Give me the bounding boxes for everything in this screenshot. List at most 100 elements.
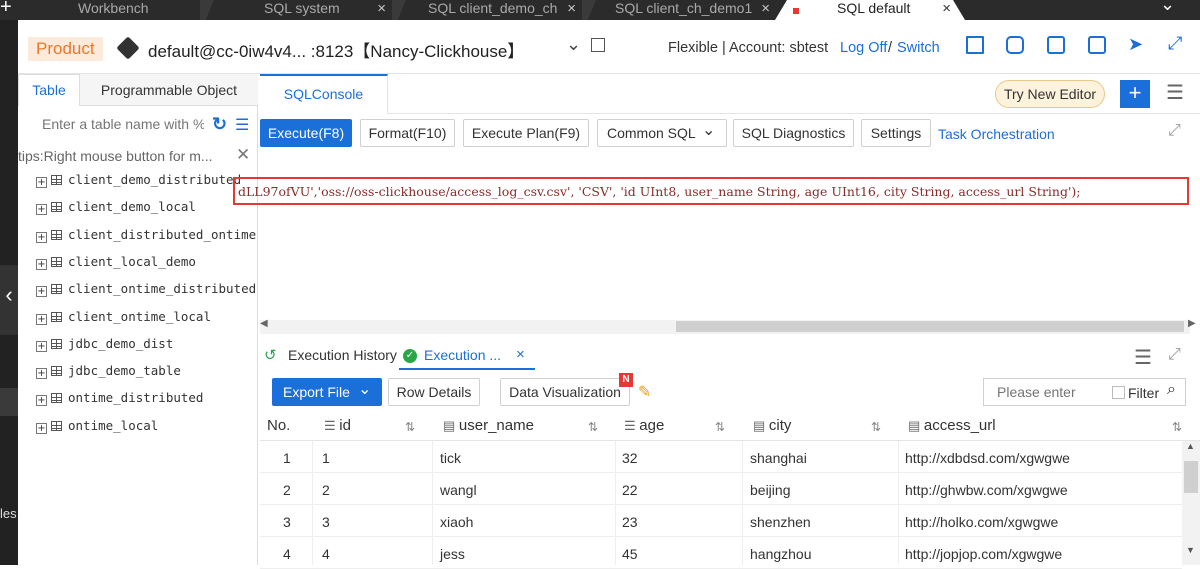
table-tree-item[interactable]: + ontime_local (36, 418, 158, 438)
monitor-icon[interactable] (1006, 36, 1024, 54)
fullscreen-icon[interactable]: ⤢ (1168, 33, 1182, 54)
close-icon[interactable]: × (567, 1, 576, 17)
column-header-age[interactable]: ☰ age (624, 414, 664, 442)
list-filter-icon[interactable]: ☰ (235, 115, 249, 135)
close-icon[interactable]: × (377, 1, 386, 17)
instance-name[interactable]: default@cc-0iw4v4... :8123【Nancy-Clickho… (148, 37, 524, 62)
expand-icon[interactable]: + (36, 340, 47, 352)
sort-icon[interactable]: ⇅ (871, 420, 881, 434)
add-tab-icon[interactable]: + (0, 0, 12, 19)
sql-diagnostics-button[interactable]: SQL Diagnostics (733, 119, 854, 147)
close-icon[interactable]: × (516, 346, 525, 363)
table-tree-item[interactable]: + ontime_distributed (36, 390, 203, 410)
table-icon[interactable] (966, 36, 984, 54)
data-visualization-button[interactable]: Data Visualization (500, 378, 630, 406)
sort-icon[interactable]: ⇅ (588, 420, 598, 434)
column-header-id[interactable]: ☰ id (324, 414, 351, 442)
tab-programmable-object[interactable]: Programmable Object (80, 74, 258, 106)
menu-icon[interactable]: ☰ (1134, 345, 1152, 370)
switch-link[interactable]: Switch (897, 40, 940, 56)
add-console-button[interactable]: + (1120, 80, 1150, 108)
product-badge[interactable]: Product (28, 37, 103, 61)
cell-city: beijing (750, 482, 791, 498)
window-tab-workbench[interactable]: Workbench (66, 0, 206, 20)
sort-icon[interactable]: ⇅ (405, 420, 415, 434)
table-tree-item[interactable]: + client_distributed_ontime (36, 227, 256, 247)
tab-execution[interactable]: Execution ... (424, 347, 501, 363)
tab-table[interactable]: Table (18, 74, 80, 106)
table-search-input[interactable] (36, 111, 204, 137)
table-tree-item[interactable]: + client_demo_distributed (36, 172, 241, 192)
close-tips-icon[interactable]: ✕ (236, 145, 250, 165)
table-tree-item[interactable]: + client_demo_local (36, 199, 196, 219)
logoff-link[interactable]: Log Off (840, 40, 887, 56)
try-new-editor-button[interactable]: Try New Editor (995, 80, 1105, 108)
task-orchestration-link[interactable]: Task Orchestration (938, 126, 1055, 142)
sort-icon[interactable]: ⇅ (1172, 420, 1182, 434)
table-tree-item[interactable]: + client_ontime_distributed (36, 281, 256, 301)
expand-icon[interactable]: + (36, 177, 47, 188)
table-tree-item[interactable]: + jdbc_demo_table (36, 363, 181, 383)
export-file-button[interactable]: Export File ⌄ (272, 378, 382, 406)
window-tab-sql-default[interactable]: SQL default × (775, 0, 965, 20)
table-tree-item[interactable]: + client_ontime_local (36, 309, 211, 329)
table-tree-item[interactable]: + client_local_demo (36, 254, 196, 274)
table-vertical-scrollbar[interactable]: ▲ ▼ (1182, 441, 1200, 565)
row-details-button[interactable]: Row Details (388, 378, 480, 406)
expand-icon[interactable]: + (36, 286, 47, 298)
expand-icon[interactable]: + (36, 258, 47, 270)
copy-icon[interactable] (591, 38, 605, 52)
expand-icon[interactable]: + (36, 204, 47, 216)
instance-dropdown-icon[interactable]: ⌄ (566, 34, 581, 55)
left-side-strip: ‹ les (0, 20, 18, 565)
chevron-down-icon: ⌄ (358, 381, 372, 398)
window-tab-sql-system[interactable]: SQL system × (252, 0, 394, 20)
result-search-input[interactable] (983, 378, 1109, 406)
table-tree-item[interactable]: + jdbc_demo_dist (36, 336, 173, 356)
collapse-arrow-icon[interactable]: ‹ (0, 265, 18, 335)
cell-access-url: http://holko.com/xgwgwe (905, 514, 1059, 530)
expand-icon[interactable]: + (36, 422, 47, 434)
menu-icon[interactable]: ☰ (1166, 80, 1184, 105)
cell-user-name: tick (440, 450, 461, 466)
window-tab-client-ch-demo1[interactable]: SQL client_ch_demo1 × (603, 0, 778, 20)
window-tab-client-demo[interactable]: SQL client_demo_ch × (416, 0, 584, 20)
scroll-thumb[interactable] (676, 321, 1184, 332)
editor-horizontal-scrollbar[interactable]: ◀ ▶ (260, 318, 1196, 334)
column-header-access-url[interactable]: ▤ access_url (908, 414, 996, 442)
settings-button[interactable]: Settings (861, 119, 931, 147)
scroll-thumb[interactable] (1184, 461, 1198, 493)
expand-results-icon[interactable]: ⤢ (1168, 346, 1181, 364)
sql-code-line[interactable]: dLL97ofVU','oss://oss-clickhouse/access_… (238, 184, 1188, 199)
share-icon[interactable] (1047, 36, 1065, 54)
tab-execution-history[interactable]: Execution History (288, 347, 397, 363)
table-icon (51, 284, 62, 295)
close-icon[interactable]: × (942, 1, 951, 17)
execute-button[interactable]: Execute(F8) (260, 119, 352, 147)
expand-icon[interactable]: + (36, 231, 47, 243)
list-icon[interactable] (1088, 36, 1106, 54)
cell-id: 2 (322, 482, 330, 498)
refresh-icon[interactable]: ↻ (212, 114, 227, 135)
cell-no: 3 (283, 514, 291, 530)
expand-icon[interactable]: + (36, 368, 47, 380)
close-icon[interactable]: × (761, 1, 770, 17)
chevron-down-icon[interactable]: ⌄ (1160, 0, 1175, 15)
billing-account-info: Flexible | Account: sbtest (668, 40, 829, 56)
brush-icon[interactable]: ✎ (638, 382, 651, 402)
filter-control[interactable]: Filter ⌕ (1109, 378, 1186, 406)
filter-checkbox[interactable] (1112, 386, 1125, 399)
column-header-user-name[interactable]: ▤ user_name (443, 414, 534, 442)
tab-sqlconsole[interactable]: SQLConsole (260, 74, 388, 114)
expand-editor-icon[interactable]: ⤢ (1168, 122, 1181, 140)
column-header-city[interactable]: ▤ city (753, 414, 791, 442)
tab-divider (388, 113, 1200, 114)
expand-icon[interactable]: + (36, 313, 47, 325)
common-sql-button[interactable]: Common SQL ⌄ (597, 119, 727, 147)
sort-icon[interactable]: ⇅ (715, 420, 725, 434)
expand-icon[interactable]: + (36, 395, 47, 407)
format-button[interactable]: Format(F10) (360, 119, 455, 147)
search-icon[interactable]: ⌕ (1167, 381, 1176, 399)
send-icon[interactable]: ➤ (1128, 34, 1143, 55)
execute-plan-button[interactable]: Execute Plan(F9) (463, 119, 589, 147)
